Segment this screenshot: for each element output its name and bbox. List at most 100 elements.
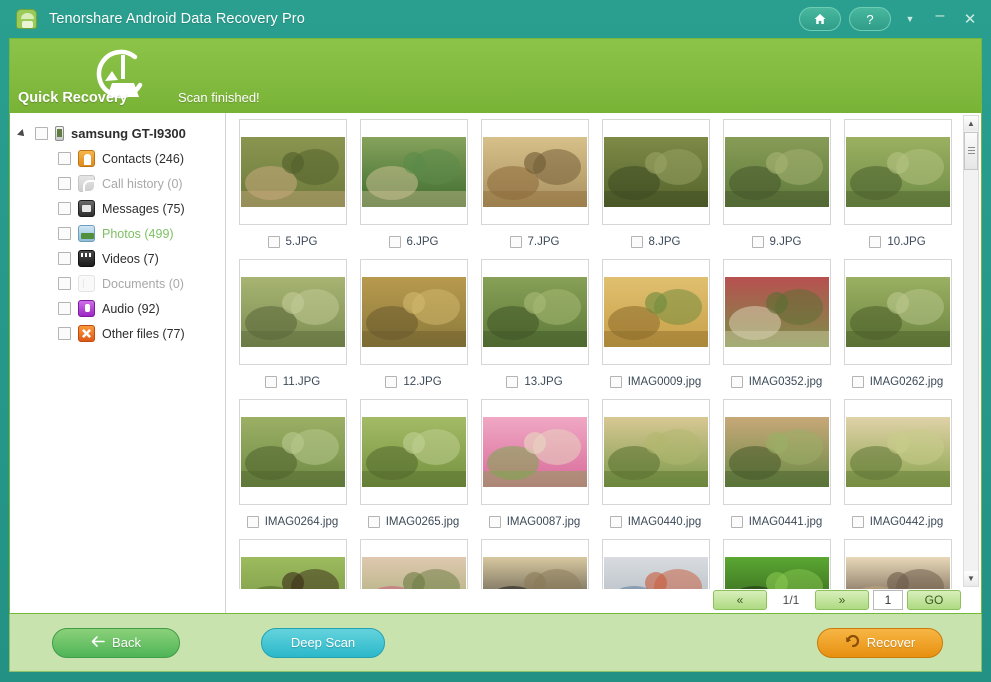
device-checkbox[interactable]: [35, 127, 48, 140]
thumbnail-cell: IMAG0442.jpg: [837, 399, 958, 539]
thumbnail-checkbox[interactable]: [609, 516, 622, 528]
thumbnail-caption: 11.JPG: [232, 365, 353, 399]
thumbnail-image[interactable]: [843, 259, 952, 365]
thumbnail-image[interactable]: [601, 119, 710, 225]
thumbnail-image[interactable]: [601, 399, 710, 505]
thumbnail-cell: IMAG0262.jpg: [837, 259, 958, 399]
sidebar-item-contacts[interactable]: Contacts (246): [10, 146, 225, 171]
thumbnail-caption: 10.JPG: [837, 225, 958, 259]
body: samsung GT-I9300 Contacts (246) Call his…: [10, 113, 981, 613]
thumbnail-image[interactable]: [722, 119, 831, 225]
thumbnail-panel: 5.JPG 6.JPG 7.JPG 8.JPG 9.JPG 10.JPG 11.JPG 12.…: [226, 113, 981, 613]
vertical-scrollbar[interactable]: ▲ ▼: [963, 115, 979, 587]
audio-checkbox[interactable]: [58, 302, 71, 315]
thumbnail-image[interactable]: [722, 399, 831, 505]
pagination: « 1/1 » GO: [713, 589, 961, 611]
thumbnail-checkbox[interactable]: [267, 236, 280, 248]
sidebar-item-other-files[interactable]: Other files (77): [10, 321, 225, 346]
thumbnail-image[interactable]: [238, 539, 347, 589]
sidebar-item-label: Audio (92): [102, 301, 160, 316]
sidebar-item-label: Contacts (246): [102, 151, 184, 166]
thumbnail-image[interactable]: [843, 539, 952, 589]
messages-icon: [78, 200, 95, 217]
sidebar-item-call-history[interactable]: Call history (0): [10, 171, 225, 196]
call-history-checkbox[interactable]: [58, 177, 71, 190]
thumbnail-image[interactable]: [722, 539, 831, 589]
videos-checkbox[interactable]: [58, 252, 71, 265]
sidebar-item-audio[interactable]: Audio (92): [10, 296, 225, 321]
thumbnail-image[interactable]: [843, 399, 952, 505]
thumbnail-cell: 10.JPG: [837, 119, 958, 259]
home-button[interactable]: [799, 7, 841, 31]
thumbnail-cell: 13.JPG: [474, 259, 595, 399]
tree-device-row[interactable]: samsung GT-I9300: [10, 121, 225, 146]
expander-icon[interactable]: [18, 128, 30, 140]
thumbnail-image[interactable]: [238, 259, 347, 365]
sidebar-item-label: Other files (77): [102, 326, 185, 341]
thumbnail-checkbox[interactable]: [367, 516, 380, 528]
thumbnail-checkbox[interactable]: [488, 516, 501, 528]
thumbnail-image[interactable]: [843, 119, 952, 225]
scrollbar-thumb[interactable]: [964, 132, 978, 170]
thumbnail-checkbox[interactable]: [730, 376, 743, 388]
thumbnail-checkbox[interactable]: [851, 376, 864, 388]
other-files-checkbox[interactable]: [58, 327, 71, 340]
go-button[interactable]: GO: [907, 590, 961, 610]
thumbnail-image[interactable]: [601, 539, 710, 589]
photos-checkbox[interactable]: [58, 227, 71, 240]
deep-scan-button[interactable]: Deep Scan: [261, 627, 385, 658]
thumbnail-caption: 12.JPG: [353, 365, 474, 399]
sidebar-item-documents[interactable]: Documents (0): [10, 271, 225, 296]
minimize-button[interactable]: –: [929, 7, 951, 30]
page-number-input[interactable]: [873, 590, 903, 610]
close-button[interactable]: ✕: [959, 8, 981, 30]
first-page-button[interactable]: «: [713, 590, 767, 610]
thumbnail-checkbox[interactable]: [751, 236, 764, 248]
thumbnail-checkbox[interactable]: [851, 516, 864, 528]
sidebar-item-videos[interactable]: Videos (7): [10, 246, 225, 271]
thumbnail-checkbox[interactable]: [506, 376, 519, 388]
thumbnail-checkbox[interactable]: [264, 376, 277, 388]
menu-caret-button[interactable]: ▼: [899, 8, 921, 30]
thumbnail-image[interactable]: [359, 539, 468, 589]
thumbnail-caption: IMAG0442.jpg: [837, 505, 958, 539]
thumbnail-image[interactable]: [480, 399, 589, 505]
thumbnail-cell: 5.JPG: [232, 119, 353, 259]
thumbnail-caption: IMAG0087.jpg: [474, 505, 595, 539]
recover-button[interactable]: Recover: [817, 627, 943, 658]
thumbnail-image[interactable]: [480, 259, 589, 365]
thumbnail-image[interactable]: [359, 119, 468, 225]
thumbnail-checkbox[interactable]: [385, 376, 398, 388]
documents-checkbox[interactable]: [58, 277, 71, 290]
thumbnail-image[interactable]: [238, 119, 347, 225]
scroll-down-icon[interactable]: ▼: [964, 571, 978, 586]
messages-checkbox[interactable]: [58, 202, 71, 215]
scan-status-text: Scan finished!: [178, 90, 260, 105]
thumbnail-caption: IMAG0441.jpg: [716, 505, 837, 539]
scroll-up-icon[interactable]: ▲: [964, 116, 978, 131]
back-button[interactable]: Back: [52, 627, 180, 658]
thumbnail-checkbox[interactable]: [388, 236, 401, 248]
thumbnail-cell: IMAG0265.jpg: [353, 399, 474, 539]
next-page-button[interactable]: »: [815, 590, 869, 610]
sidebar-item-photos[interactable]: Photos (499): [10, 221, 225, 246]
thumbnail-cell: IMAG0009.jpg: [595, 259, 716, 399]
thumbnail-image[interactable]: [359, 399, 468, 505]
thumbnail-checkbox[interactable]: [246, 516, 259, 528]
thumbnail-image[interactable]: [480, 539, 589, 589]
thumbnail-checkbox[interactable]: [509, 236, 522, 248]
thumbnail-image[interactable]: [601, 259, 710, 365]
thumbnail-checkbox[interactable]: [869, 236, 882, 248]
thumbnail-checkbox[interactable]: [609, 376, 622, 388]
thumbnail-image[interactable]: [238, 399, 347, 505]
help-button[interactable]: ?: [849, 7, 891, 31]
thumbnail-checkbox[interactable]: [630, 236, 643, 248]
thumbnail-image[interactable]: [480, 119, 589, 225]
sidebar-item-messages[interactable]: Messages (75): [10, 196, 225, 221]
thumbnail-caption: 13.JPG: [474, 365, 595, 399]
thumbnail-cell: [716, 539, 837, 589]
contacts-checkbox[interactable]: [58, 152, 71, 165]
thumbnail-checkbox[interactable]: [730, 516, 743, 528]
thumbnail-image[interactable]: [722, 259, 831, 365]
thumbnail-image[interactable]: [359, 259, 468, 365]
